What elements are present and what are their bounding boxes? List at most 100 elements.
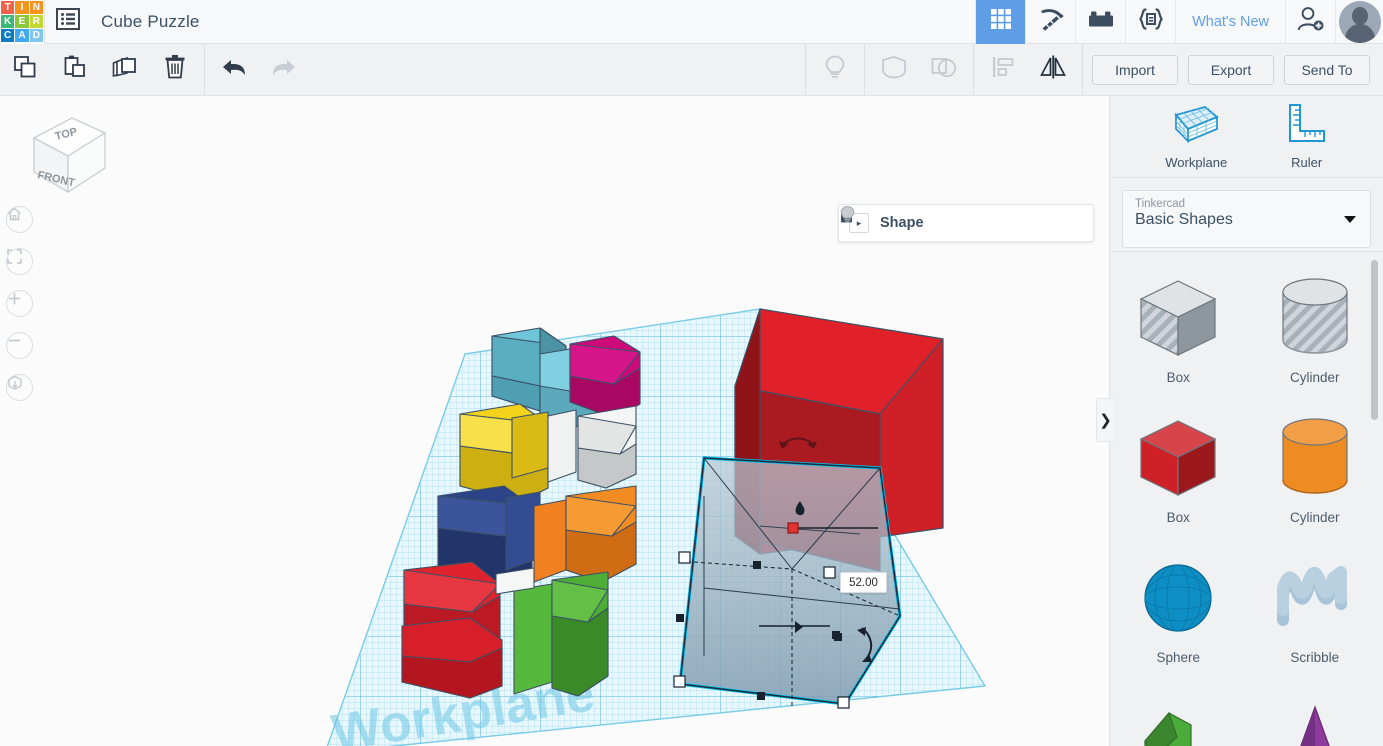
dimension-tooltip: 52.00 bbox=[840, 572, 887, 593]
user-avatar-button[interactable] bbox=[1335, 0, 1383, 44]
3d-viewport[interactable]: Workplane TOP FRONT ▸ Shape 52.00 bbox=[0, 96, 1109, 746]
shape-library-dropdown[interactable]: Tinkercad Basic Shapes bbox=[1122, 190, 1371, 248]
shape-library-item[interactable]: Cylinder bbox=[1247, 260, 1383, 400]
zoom-in-button[interactable] bbox=[6, 290, 33, 317]
lego-brick-icon-button[interactable] bbox=[1075, 0, 1125, 44]
piece-white bbox=[547, 409, 577, 483]
height-handle[interactable] bbox=[787, 522, 799, 534]
home-view-button[interactable] bbox=[6, 206, 33, 233]
undo-icon bbox=[220, 56, 248, 83]
align-icon bbox=[990, 55, 1016, 84]
shape-library-scrollbar[interactable] bbox=[1371, 260, 1378, 420]
view-cube[interactable]: TOP FRONT bbox=[12, 110, 108, 200]
shape-library-item-label: Sphere bbox=[1156, 650, 1201, 665]
designs-grid-icon bbox=[989, 7, 1013, 36]
avatar bbox=[1338, 0, 1381, 43]
tinkercad-logo[interactable]: TINKERCAD bbox=[0, 0, 44, 44]
duplicate-button[interactable] bbox=[100, 44, 150, 95]
undo-button[interactable] bbox=[209, 44, 259, 95]
shape-library-item[interactable]: Box bbox=[1110, 400, 1247, 540]
group-button[interactable] bbox=[869, 44, 919, 95]
logo-cell-a: A bbox=[15, 29, 29, 43]
edit-toolbar: Import Export Send To bbox=[0, 44, 1383, 96]
ungroup-button[interactable] bbox=[919, 44, 969, 95]
shape-library-item[interactable] bbox=[1110, 680, 1247, 746]
pickaxe-icon bbox=[1037, 6, 1065, 37]
workplane-grid-icon bbox=[1171, 103, 1221, 150]
cube-view-icon bbox=[8, 375, 22, 390]
box-shape-icon bbox=[1135, 268, 1221, 368]
align-button[interactable] bbox=[978, 44, 1028, 95]
piece-yellow-2 bbox=[511, 411, 549, 479]
fit-frame-icon bbox=[7, 249, 22, 264]
logo-cell-e: E bbox=[15, 14, 29, 29]
sidebar-collapse-tab[interactable]: ❯ bbox=[1096, 398, 1114, 442]
toolbar-separator bbox=[805, 44, 806, 95]
toolbar-separator bbox=[973, 44, 974, 95]
send-to-button[interactable]: Send To bbox=[1284, 54, 1370, 85]
roof-shape-icon bbox=[1135, 688, 1221, 746]
shape-library-item[interactable]: Sphere bbox=[1110, 540, 1247, 680]
piece-magenta bbox=[569, 335, 641, 419]
shape-library-grid: Box Cylinder Box Cylinder Sphere Scribbl… bbox=[1110, 252, 1383, 746]
shape-library-item[interactable]: Cylinder bbox=[1247, 400, 1383, 540]
codeblocks-icon-button[interactable] bbox=[1125, 0, 1175, 44]
mirror-button[interactable] bbox=[1028, 44, 1078, 95]
piece-orange-2 bbox=[565, 485, 637, 583]
shape-library-item[interactable] bbox=[1247, 680, 1383, 746]
group-icon bbox=[880, 54, 908, 85]
pickaxe-icon-button[interactable] bbox=[1025, 0, 1075, 44]
sphere-shape-icon bbox=[1138, 548, 1218, 648]
delete-button[interactable] bbox=[150, 44, 200, 95]
zoom-out-button[interactable] bbox=[6, 332, 33, 359]
piece-red-2 bbox=[401, 617, 503, 699]
minus-icon bbox=[8, 339, 21, 342]
ortho-perspective-button[interactable] bbox=[6, 374, 33, 401]
list-menu-icon bbox=[56, 8, 80, 35]
shape-library-item-label: Box bbox=[1166, 510, 1190, 525]
whats-new-link[interactable]: What's New bbox=[1175, 0, 1285, 44]
chevron-down-icon bbox=[1344, 216, 1356, 223]
cylinder-shape-icon bbox=[1275, 408, 1355, 508]
import-button[interactable]: Import bbox=[1092, 54, 1178, 85]
logo-cell-d: D bbox=[29, 29, 43, 43]
box-shape-icon bbox=[1135, 408, 1221, 508]
plus-icon bbox=[8, 292, 21, 305]
app-header: TINKERCAD Cube Puzzle What's New bbox=[0, 0, 1383, 44]
delete-trash-icon bbox=[163, 54, 187, 85]
designs-grid-icon-button[interactable] bbox=[975, 0, 1026, 44]
toolbar-separator bbox=[1082, 44, 1083, 95]
lego-brick-icon bbox=[1087, 8, 1115, 35]
page-title: Cube Puzzle bbox=[101, 11, 200, 31]
shape-properties-panel[interactable]: ▸ Shape bbox=[838, 204, 1094, 242]
logo-cell-t: T bbox=[1, 0, 15, 14]
shape-library-item-label: Cylinder bbox=[1289, 510, 1340, 525]
export-button[interactable]: Export bbox=[1188, 54, 1274, 85]
logo-cell-c: C bbox=[1, 29, 15, 43]
ungroup-icon bbox=[930, 54, 958, 85]
sidebar-tool-workplane[interactable]: Workplane bbox=[1165, 103, 1227, 170]
add-person-icon-button[interactable] bbox=[1285, 0, 1335, 44]
project-menu-button[interactable] bbox=[45, 0, 91, 44]
piece-gray bbox=[577, 405, 637, 489]
shape-library-item-label: Box bbox=[1166, 370, 1190, 385]
codeblocks-icon bbox=[1137, 7, 1165, 36]
copy-button[interactable] bbox=[0, 44, 50, 95]
hint-button[interactable] bbox=[810, 44, 860, 95]
scribble-shape-icon bbox=[1275, 548, 1355, 648]
copy-icon bbox=[12, 54, 38, 85]
home-icon bbox=[8, 207, 21, 221]
sidebar-tool-ruler[interactable]: Ruler bbox=[1286, 103, 1328, 170]
redo-button[interactable] bbox=[259, 44, 309, 95]
lightbulb-hint-icon bbox=[823, 54, 847, 85]
viewport-scene: Workplane bbox=[325, 308, 987, 746]
shape-library-item[interactable]: Box bbox=[1110, 260, 1247, 400]
piece-orange bbox=[533, 499, 567, 583]
logo-cell-n: N bbox=[29, 0, 43, 14]
piece-green-2 bbox=[551, 571, 609, 697]
paste-button[interactable] bbox=[50, 44, 100, 95]
fit-to-view-button[interactable] bbox=[6, 248, 33, 275]
logo-cell-i: I bbox=[15, 0, 29, 14]
paste-icon bbox=[62, 54, 88, 85]
shape-library-item[interactable]: Scribble bbox=[1247, 540, 1383, 680]
